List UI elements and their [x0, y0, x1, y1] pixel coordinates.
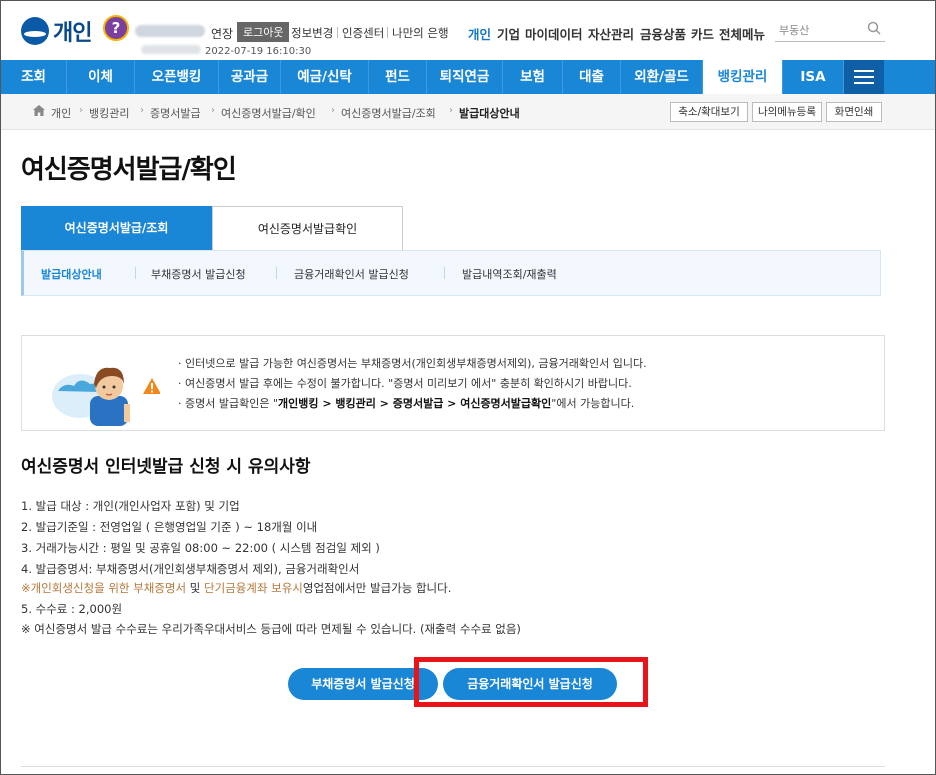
rule-fee: 5. 수수료 : 2,000원: [21, 602, 123, 616]
menu-fund[interactable]: 펀드: [369, 60, 427, 94]
breadcrumb-banking-mgmt[interactable]: 뱅킹관리: [89, 105, 129, 121]
logout-button[interactable]: 로그아웃: [237, 22, 290, 42]
mainnav-business[interactable]: 기업: [497, 24, 520, 43]
breadcrumb-current: 발급대상안내: [459, 107, 520, 120]
breadcrumb-sep: ›: [79, 105, 83, 116]
menu-deposit-trust[interactable]: 예금/신탁: [281, 60, 369, 94]
subtab-fin-confirm[interactable]: 금융거래확인서 발급신청: [294, 266, 409, 282]
breadcrumb-credit-cert[interactable]: 여신증명서발급/확인: [221, 105, 316, 121]
subtab-debt-cert[interactable]: 부채증명서 발급신청: [151, 266, 246, 282]
subtab-target-guide[interactable]: 발급대상안내: [41, 266, 102, 282]
hamburger-menu-icon[interactable]: [844, 60, 884, 94]
zoom-button[interactable]: 축소/확대보기: [670, 102, 748, 122]
subtab-separator: [276, 267, 277, 279]
mainnav-all-menu[interactable]: 전체메뉴: [719, 24, 765, 43]
util-link-profile[interactable]: 정보변경: [291, 25, 333, 41]
tab-issue-inquiry[interactable]: 여신증명서발급/조회: [21, 206, 212, 250]
rule-issue-target: 1. 발급 대상 : 개인(개인사업자 포함) 및 기업: [21, 499, 240, 513]
menu-fx-gold[interactable]: 외환/골드: [621, 60, 703, 94]
subtab-separator: [444, 267, 445, 279]
session-extend-link[interactable]: 연장: [211, 25, 233, 42]
breadcrumb-cert-issue[interactable]: 증명서발급: [150, 105, 201, 121]
subtab-bar: 발급대상안내 부채증명서 발급신청 금융거래확인서 발급신청 발급내역조회/재출…: [21, 250, 881, 296]
add-my-menu-button[interactable]: 나의메뉴등록: [752, 102, 822, 122]
search-icon[interactable]: [867, 21, 881, 35]
util-separator: [387, 27, 388, 38]
rule-cert-types: 4. 발급증명서: 부채증명서(개인회생부채증명서 제외), 금융거래확인서: [21, 562, 360, 576]
user-info-redacted: [141, 45, 201, 54]
guide-character-illustration: [52, 367, 160, 426]
mainnav-mydata[interactable]: 마이데이터: [525, 24, 583, 43]
user-name-redacted: [135, 25, 205, 37]
subtab-history[interactable]: 발급내역조회/재출력: [462, 266, 557, 282]
main-menu-bar: 조회 이체 오픈뱅킹 공과금 예금/신탁 펀드 퇴직연금 보험 대출 외환/골드…: [1, 60, 935, 94]
rule-fee-note: ※ 여신증명서 발급 수수료는 우리가족우대서비스 등급에 따라 면제될 수 있…: [21, 622, 521, 636]
home-icon[interactable]: [33, 105, 45, 116]
print-button[interactable]: 화면인쇄: [826, 102, 882, 122]
breadcrumb-credit-cert-inquiry[interactable]: 여신증명서발급/조회: [341, 105, 436, 121]
breadcrumb-sep: ›: [140, 105, 144, 116]
rule-cert-note: ※개인회생신청을 위한 부채증명서 및 단기금융계좌 보유시영업점에서만 발급가…: [21, 581, 452, 595]
logo-icon: [21, 17, 49, 45]
notice-item-1: · 인터넷으로 발급 가능한 여신증명서는 부채증명서(개인회생부채증명서제외)…: [178, 357, 647, 370]
breadcrumb-sep: ›: [449, 105, 453, 116]
breadcrumb-personal[interactable]: 개인: [51, 105, 71, 121]
menu-loan[interactable]: 대출: [563, 60, 621, 94]
notice-item-3-path: 개인뱅킹 > 뱅킹관리 > 증명서발급 > 여신증명서발급확인: [278, 397, 552, 410]
browser-frame: 개인 ? 연장 로그아웃 정보변경 인증센터 나만의 은행 2022-07-19…: [0, 0, 936, 775]
menu-banking-mgmt[interactable]: 뱅킹관리: [703, 60, 783, 94]
notice-box: · 인터넷으로 발급 가능한 여신증명서는 부채증명서(개인회생부채증명서제외)…: [21, 335, 885, 431]
breadcrumb: 개인 › 뱅킹관리 › 증명서발급 › 여신증명서발급/확인 › 여신증명서발급…: [1, 94, 935, 130]
menu-retirement-pension[interactable]: 퇴직연금: [427, 60, 503, 94]
mainnav-products[interactable]: 금융상품: [640, 24, 686, 43]
util-separator: [337, 27, 338, 38]
mainnav-asset[interactable]: 자산관리: [588, 24, 634, 43]
breadcrumb-sep: ›: [211, 105, 215, 116]
breadcrumb-sep: ›: [331, 105, 335, 116]
logo-text: 개인: [53, 21, 92, 46]
help-icon[interactable]: ?: [103, 15, 129, 41]
rule-base-date: 2. 발급기준일 : 전영업일 ( 은행영업일 기준 ) ~ 18개월 이내: [21, 520, 318, 534]
menu-transfer[interactable]: 이체: [67, 60, 135, 94]
section-title: 여신증명서 인터넷발급 신청 시 유의사항: [21, 457, 311, 477]
notice-item-3: · 증명서 발급확인은 "개인뱅킹 > 뱅킹관리 > 증명서발급 > 여신증명서…: [178, 397, 635, 410]
menu-isa[interactable]: ISA: [783, 60, 844, 94]
menu-insurance[interactable]: 보험: [503, 60, 563, 94]
menu-open-banking[interactable]: 오픈뱅킹: [135, 60, 219, 94]
bottom-divider: [21, 766, 885, 767]
highlight-annotation-box: [414, 657, 648, 707]
rule-available-time: 3. 거래가능시간 : 평일 및 공휴일 08:00 ~ 22:00 ( 시스템…: [21, 541, 380, 555]
search-placeholder: 부동산: [779, 24, 810, 37]
util-link-my-bank[interactable]: 나만의 은행: [392, 25, 449, 41]
menu-inquiry[interactable]: 조회: [1, 60, 67, 94]
mainnav-personal[interactable]: 개인: [468, 24, 491, 43]
page-title: 여신증명서발급/확인: [21, 155, 237, 185]
mainnav-card[interactable]: 카드: [691, 24, 714, 43]
util-link-cert-center[interactable]: 인증센터: [342, 25, 384, 41]
subtab-separator: [135, 267, 136, 279]
login-time: 2022-07-19 16:10:30: [205, 46, 312, 57]
menu-utility-bills[interactable]: 공과금: [219, 60, 281, 94]
bank-logo[interactable]: 개인: [21, 15, 92, 47]
tab-issue-confirm[interactable]: 여신증명서발급확인: [212, 206, 403, 250]
top-bar: 개인 ? 연장 로그아웃 정보변경 인증센터 나만의 은행 2022-07-19…: [1, 1, 935, 60]
notice-item-2: · 여신증명서 발급 후에는 수정이 불가합니다. "증명서 미리보기 에서" …: [178, 377, 632, 390]
search-input[interactable]: 부동산: [775, 18, 885, 42]
